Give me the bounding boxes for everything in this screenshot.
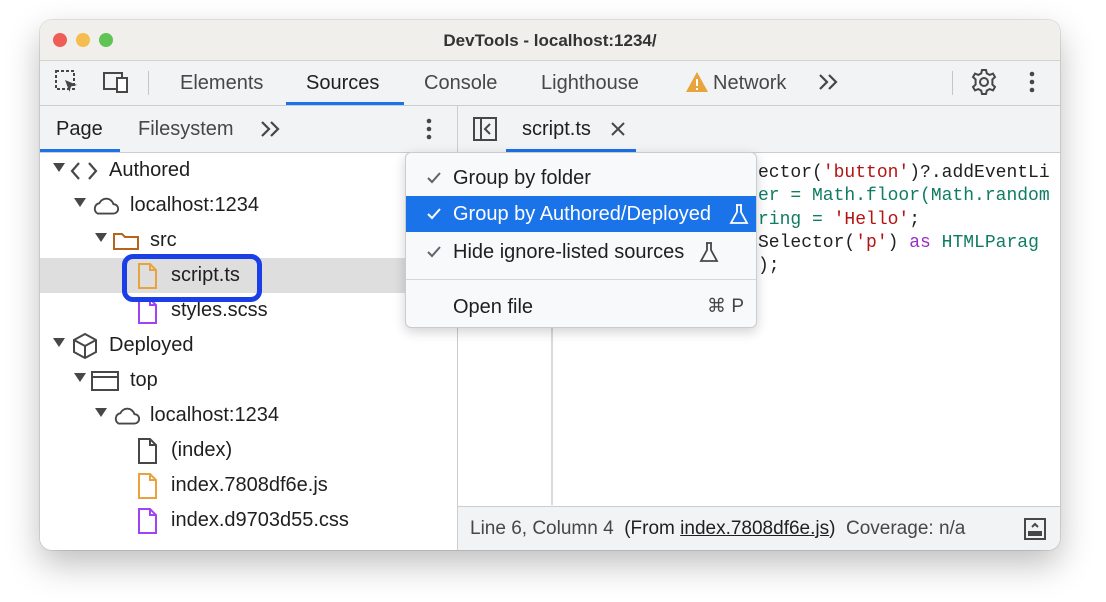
navigator-tabs: Page Filesystem <box>40 106 457 153</box>
checkmark-icon <box>427 246 441 258</box>
file-icon <box>132 472 162 500</box>
tree-item-label: localhost:1234 <box>150 404 279 426</box>
status-text: Line 6, Column 4 (From index.7808df6e.js… <box>470 518 966 539</box>
more-navigator-tabs-icon[interactable] <box>256 114 286 144</box>
file-icon <box>132 507 162 535</box>
active-tab-indicator <box>286 102 404 105</box>
tree-item-index-css[interactable]: index.d9703d55.css <box>40 503 457 538</box>
tree-item-label: Authored <box>109 159 191 181</box>
menu-separator <box>406 279 756 280</box>
tree-item-localhost-deployed[interactable]: localhost:1234 <box>40 398 457 433</box>
tree-item-top[interactable]: top <box>40 363 457 398</box>
code-line: ); <box>758 256 780 276</box>
tree-item-authored[interactable]: Authored <box>40 153 457 188</box>
tree-item-localhost-authored[interactable]: localhost:1234 <box>40 188 457 223</box>
drawer-toggle-icon[interactable] <box>1020 514 1050 544</box>
code-line: Selector('p') as HTMLParag <box>758 233 1039 253</box>
tab-sources[interactable]: Sources <box>306 61 379 105</box>
menu-item-open-file[interactable]: Open file ⌘ P <box>406 289 756 325</box>
tree-item-label: top <box>130 369 158 391</box>
cloud-icon <box>90 192 120 220</box>
tree-item-label: localhost:1234 <box>130 194 259 216</box>
checkmark-icon <box>427 172 441 184</box>
tab-page[interactable]: Page <box>56 106 103 152</box>
menu-item-group-by-authored-deployed[interactable]: Group by Authored/Deployed <box>406 196 756 232</box>
tree-item-src[interactable]: src <box>40 223 457 258</box>
shortcut-label: ⌘ P <box>707 296 744 317</box>
toggle-navigator-icon[interactable] <box>470 114 500 144</box>
tree-item-label: index.d9703d55.css <box>171 509 349 531</box>
code-line: ector('button')?.addEventLi <box>758 163 1050 183</box>
editor-tab-script-ts[interactable]: script.ts <box>522 106 591 152</box>
tree-item-index[interactable]: (index) <box>40 433 457 468</box>
navigator-panel: Page Filesystem Authored localhost:1234 … <box>40 106 458 550</box>
code-line: ring = 'Hello'; <box>758 210 921 230</box>
flask-icon <box>699 242 719 262</box>
more-options-icon[interactable] <box>1017 67 1047 97</box>
navigator-context-menu: Group by folder Group by Authored/Deploy… <box>405 152 757 328</box>
folder-icon <box>111 227 141 255</box>
coverage-text: Coverage: n/a <box>846 518 966 539</box>
tree-item-label: index.7808df6e.js <box>171 474 328 496</box>
warning-icon <box>683 67 711 97</box>
cube-icon <box>70 332 100 360</box>
close-icon[interactable] <box>603 114 633 144</box>
main-toolbar: Elements Sources Console Lighthouse Netw… <box>40 61 1060 106</box>
device-toolbar-icon[interactable] <box>101 67 131 97</box>
highlight-box <box>122 254 262 302</box>
editor-tabs: script.ts <box>458 106 1060 153</box>
tree-item-index-js[interactable]: index.7808df6e.js <box>40 468 457 503</box>
tab-network[interactable]: Network <box>713 61 786 105</box>
title-bar: DevTools - localhost:1234/ <box>40 20 1060 61</box>
cloud-icon <box>111 402 141 430</box>
flask-icon <box>729 204 749 224</box>
cursor-position: Line 6, Column 4 <box>470 518 614 539</box>
more-tabs-icon[interactable] <box>814 67 844 97</box>
tree-item-label: src <box>150 229 177 251</box>
tree-item-label: (index) <box>171 439 233 461</box>
gear-icon[interactable] <box>969 67 999 97</box>
window-title: DevTools - localhost:1234/ <box>443 31 657 50</box>
menu-item-hide-ignore-listed[interactable]: Hide ignore-listed sources <box>406 234 756 270</box>
file-icon <box>132 437 162 465</box>
checkmark-icon <box>427 208 441 220</box>
code-line: er = Math.floor(Math.random <box>758 186 1050 206</box>
tab-filesystem[interactable]: Filesystem <box>138 106 234 152</box>
frame-icon <box>90 367 120 395</box>
menu-item-group-by-folder[interactable]: Group by folder <box>406 160 756 196</box>
source-map-link[interactable]: index.7808df6e.js <box>680 518 829 539</box>
tree-item-label: Deployed <box>109 334 194 356</box>
inspect-element-icon[interactable] <box>52 67 82 97</box>
status-bar: Line 6, Column 4 (From index.7808df6e.js… <box>458 506 1060 550</box>
code-brackets-icon <box>69 157 99 185</box>
tab-elements[interactable]: Elements <box>180 61 263 105</box>
tab-console[interactable]: Console <box>424 61 497 105</box>
tree-item-deployed[interactable]: Deployed <box>40 328 457 363</box>
navigator-menu-icon[interactable] <box>414 114 444 144</box>
tab-lighthouse[interactable]: Lighthouse <box>541 61 639 105</box>
